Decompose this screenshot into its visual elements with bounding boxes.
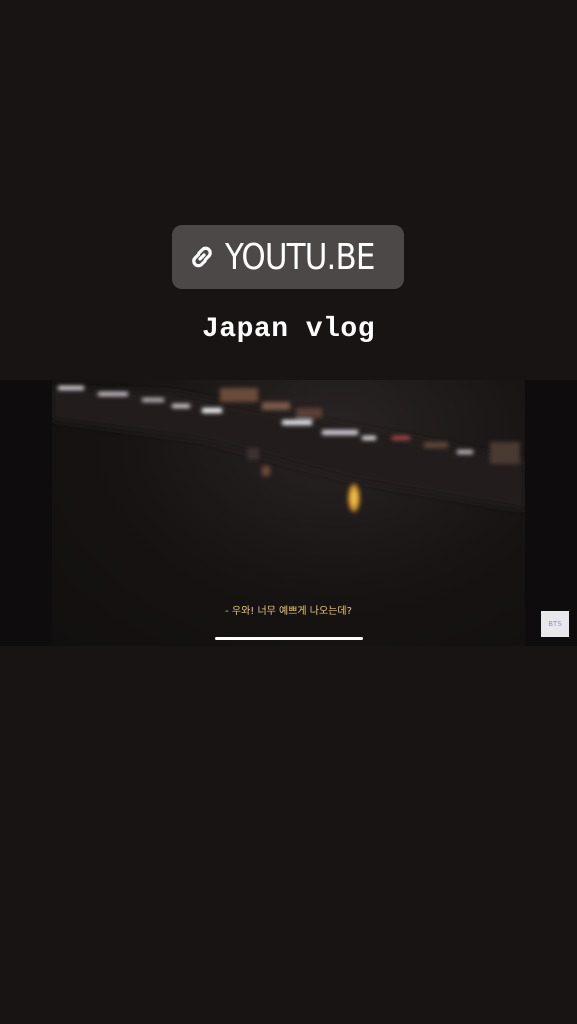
- link-sticker[interactable]: YOUTU.BE: [172, 225, 404, 289]
- link-label: YOUTU.BE: [225, 236, 375, 278]
- video-subtitle: - 우와! 너무 예쁘게 나오는데?: [225, 605, 352, 617]
- watermark-badge: BTS: [541, 611, 569, 637]
- night-city-scene: - 우와! 너무 예쁘게 나오는데?: [52, 386, 525, 617]
- video-frame: - 우와! 너무 예쁘게 나오는데?: [52, 380, 525, 646]
- video-progress-bar[interactable]: [215, 637, 363, 640]
- story-screen: YOUTU.BE Japan vlog - 우와! 너무 예쁘게 나오는데? B…: [0, 0, 577, 1024]
- link-icon: [186, 241, 218, 273]
- story-caption: Japan vlog: [201, 314, 376, 345]
- video-player[interactable]: - 우와! 너무 예쁘게 나오는데?: [0, 380, 577, 646]
